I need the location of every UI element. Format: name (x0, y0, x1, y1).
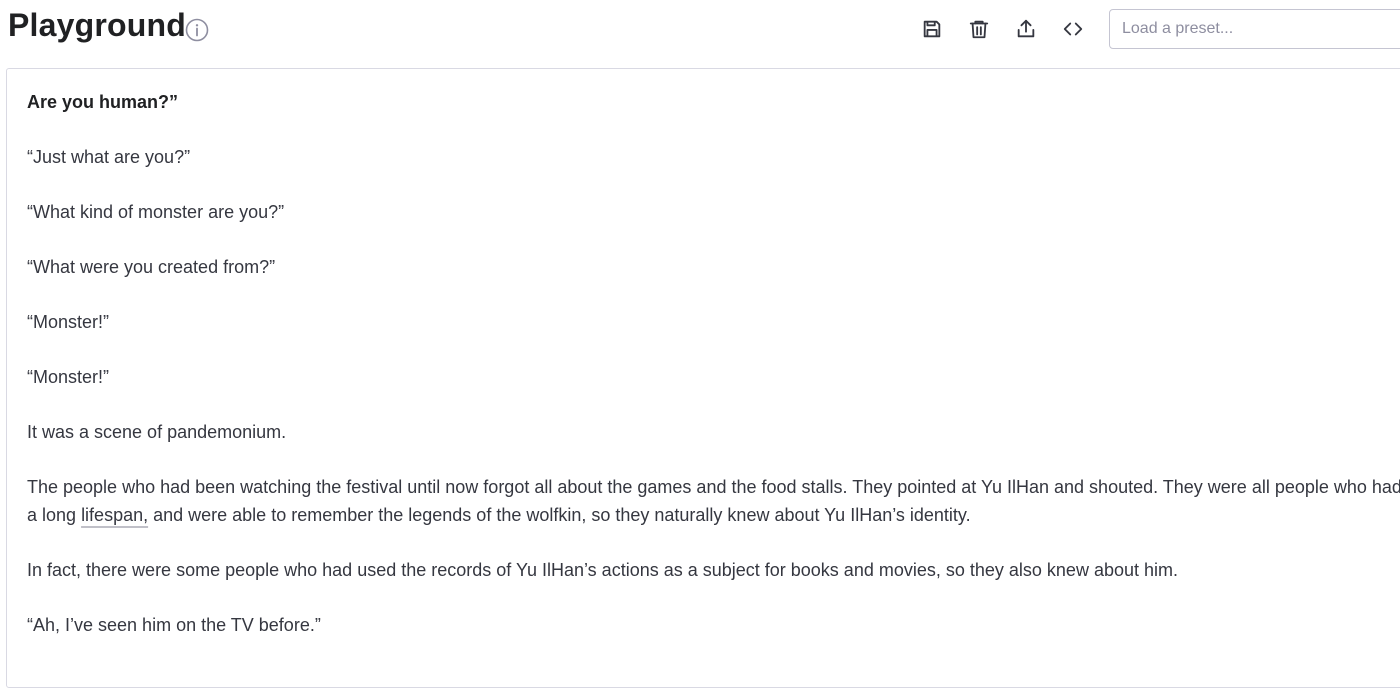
text-paragraph: Are you human?” (27, 92, 179, 112)
text-segment: and were able to remember the legends of… (148, 504, 971, 525)
text-paragraph: “What kind of monster are you?” (27, 202, 285, 222)
text-paragraph: It was a scene of pandemonium. (27, 422, 287, 442)
delete-button[interactable] (966, 16, 992, 42)
share-icon (1017, 19, 1035, 38)
share-button[interactable] (1013, 16, 1039, 42)
page-title: Playground (8, 7, 187, 43)
preset-select[interactable] (1109, 9, 1400, 49)
info-icon[interactable] (185, 18, 209, 42)
text-paragraph: “Ah, I’ve seen him on the TV before.” (27, 614, 321, 635)
code-icon (1063, 22, 1083, 36)
prompt-text[interactable]: Are you human?” “Just what are you?” “Wh… (27, 89, 1400, 667)
text-paragraph: In fact, there were some people who had … (27, 559, 1178, 580)
text-paragraph: “Just what are you?” (27, 147, 191, 167)
view-code-button[interactable] (1060, 16, 1086, 42)
save-icon (923, 20, 941, 38)
prompt-editor[interactable]: Are you human?” “Just what are you?” “Wh… (6, 68, 1400, 688)
save-button[interactable] (919, 16, 945, 42)
trash-icon (969, 20, 989, 39)
preset-input[interactable] (1110, 10, 1382, 48)
spellcheck-word: lifespan, (81, 504, 149, 525)
text-paragraph: The people who had been watching the fes… (27, 474, 1400, 529)
text-paragraph: “Monster!” (27, 312, 110, 332)
text-paragraph: “What were you created from?” (27, 257, 276, 277)
header: Playground (0, 0, 1400, 62)
text-paragraph: “Monster!” (27, 367, 110, 387)
